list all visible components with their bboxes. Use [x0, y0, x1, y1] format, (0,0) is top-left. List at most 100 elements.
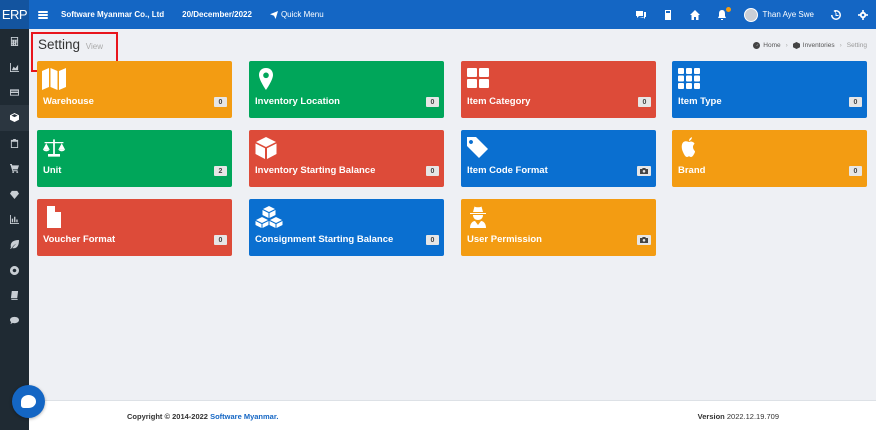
version-label: Version [697, 412, 725, 421]
tile-warehouse[interactable]: Warehouse 0 [37, 61, 232, 118]
bell-icon[interactable] [717, 7, 731, 20]
breadcrumb-separator: › [839, 42, 842, 49]
grid-small-icon [677, 68, 701, 90]
calculator-icon[interactable] [663, 9, 674, 20]
notification-dot [725, 7, 731, 12]
company-link[interactable]: Software Myanmar. [210, 412, 278, 421]
count-badge: 2 [214, 166, 227, 176]
company-name: Software Myanmar Co., Ltd [61, 10, 165, 19]
footer: Copyright © 2014-2022 Software Myanmar. … [29, 400, 876, 430]
count-badge: 0 [426, 235, 439, 245]
credit-card-icon [10, 89, 19, 96]
cube-icon [10, 113, 19, 123]
count-badge [637, 166, 651, 176]
map-icon [42, 68, 66, 90]
menu-toggle-icon[interactable] [38, 10, 48, 19]
sidebar-item-bar-chart[interactable] [0, 207, 29, 232]
tile-item-code-format[interactable]: Item Code Format [461, 130, 656, 187]
tile-label: Inventory Location [255, 96, 340, 107]
count-badge: 0 [214, 235, 227, 245]
camera-icon [640, 237, 648, 243]
breadcrumb-home[interactable]: Home [763, 42, 780, 49]
file-icon [42, 206, 66, 228]
tile-label: Brand [678, 165, 706, 176]
count-badge: 0 [638, 97, 651, 107]
tile-label: Inventory Starting Balance [255, 165, 376, 176]
avatar[interactable] [743, 7, 758, 22]
camera-icon [640, 168, 648, 174]
tile-label: Warehouse [43, 96, 94, 107]
calculator-icon [10, 37, 19, 47]
tile-label: Consignment Starting Balance [255, 234, 394, 245]
quick-menu-button[interactable]: Quick Menu [269, 10, 324, 19]
tile-label: Item Code Format [467, 165, 548, 176]
tile-consignment-starting-balance[interactable]: Consignment Starting Balance 0 [249, 199, 444, 256]
user-name[interactable]: Than Aye Swe [763, 10, 814, 19]
tile-item-type[interactable]: Item Type 0 [672, 61, 867, 118]
version-text: Version 2022.12.19.709 [698, 412, 779, 421]
breadcrumb-section[interactable]: Inventories [803, 42, 835, 49]
tile-voucher-format[interactable]: Voucher Format 0 [37, 199, 232, 256]
tile-item-category[interactable]: Item Category 0 [461, 61, 656, 118]
tile-label: Item Type [678, 96, 722, 107]
sidebar-item-clipboard[interactable] [0, 131, 29, 156]
count-badge: 0 [849, 166, 862, 176]
sidebar-item-comment[interactable] [0, 308, 29, 333]
sidebar-item-credit-card[interactable] [0, 80, 29, 105]
chart-area-icon [10, 62, 19, 72]
quick-menu-label: Quick Menu [280, 10, 324, 19]
sidebar-item-cart[interactable] [0, 156, 29, 181]
cube-icon [792, 42, 800, 49]
paper-plane-icon [269, 10, 278, 19]
life-ring-icon [10, 265, 19, 275]
breadcrumb-current: Setting [846, 42, 867, 49]
tile-unit[interactable]: Unit 2 [37, 130, 232, 187]
brand-logo[interactable]: ERP [0, 0, 29, 29]
apple-icon [677, 137, 701, 159]
sidebar-item-life-ring[interactable] [0, 258, 29, 283]
sidebar-item-calculator[interactable] [0, 29, 29, 54]
history-icon[interactable] [830, 9, 841, 20]
bar-chart-icon [10, 214, 19, 224]
user-secret-icon [466, 206, 490, 228]
clipboard-icon [10, 138, 19, 148]
cubes-icon [254, 206, 284, 228]
chat-bubble-icon [21, 395, 36, 408]
count-badge: 0 [849, 97, 862, 107]
tile-brand[interactable]: Brand 0 [672, 130, 867, 187]
tile-label: User Permission [467, 234, 542, 245]
grid-large-icon [466, 68, 490, 90]
copyright-text: Copyright © 2014-2022 Software Myanmar. [127, 412, 278, 421]
breadcrumb-separator: › [785, 42, 788, 49]
sidebar-item-inventory[interactable] [0, 105, 29, 131]
count-badge: 0 [426, 97, 439, 107]
tile-user-permission[interactable]: User Permission [461, 199, 656, 256]
sidebar-item-chart-area[interactable] [0, 54, 29, 79]
sidebar-item-diamond[interactable] [0, 181, 29, 206]
diamond-icon [10, 190, 19, 199]
version-value: 2022.12.19.709 [724, 412, 779, 421]
chat-widget-button[interactable] [12, 385, 45, 418]
tile-label: Voucher Format [43, 234, 116, 245]
breadcrumb: Home › Inventories › Setting [753, 42, 867, 49]
tile-label: Item Category [467, 96, 531, 107]
current-date: 20/December/2022 [182, 10, 252, 19]
home-icon[interactable] [690, 9, 701, 20]
sidebar-item-leaf[interactable] [0, 232, 29, 257]
top-navbar: ERP Software Myanmar Co., Ltd 20/Decembe… [0, 0, 876, 29]
tile-inventory-location[interactable]: Inventory Location 0 [249, 61, 444, 118]
cube-icon [254, 137, 278, 159]
gear-icon[interactable] [857, 9, 868, 20]
copyright-label: Copyright © 2014-2022 [127, 412, 211, 421]
balance-scale-icon [42, 137, 66, 159]
tile-inventory-starting-balance[interactable]: Inventory Starting Balance 0 [249, 130, 444, 187]
comment-icon [10, 317, 19, 325]
count-badge [637, 235, 651, 245]
sidebar-item-book[interactable] [0, 283, 29, 308]
leaf-icon [10, 240, 19, 250]
sidebar [0, 29, 29, 430]
dashboard-icon [753, 42, 761, 49]
tag-icon [466, 137, 490, 159]
tile-label: Unit [43, 165, 62, 176]
chat-icon[interactable] [636, 9, 647, 20]
